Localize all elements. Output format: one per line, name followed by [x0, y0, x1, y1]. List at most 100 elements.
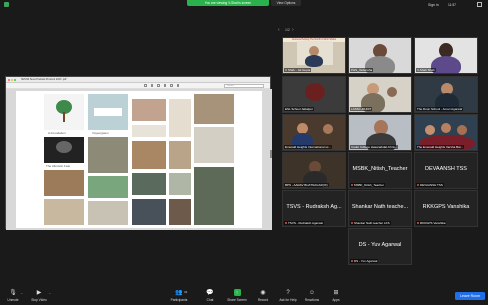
participant-display-name: RKKGPS Vanshika	[422, 204, 470, 210]
participant-tile[interactable]: PHS_Vedansha	[348, 37, 412, 74]
participant-name: Cadet College Hasanabdal-Chris...	[350, 145, 399, 149]
rotate-icon[interactable]	[176, 84, 179, 87]
participant-display-name: Shankar Nath teache...	[351, 204, 409, 210]
outdoor-photo	[132, 173, 166, 195]
participant-tile[interactable]: Cadet College Hasanabdal-Chris...	[348, 114, 412, 151]
participant-tile[interactable]: Emerald Heights International sc...	[282, 114, 346, 151]
participant-name: V-Shah Shah	[416, 68, 436, 72]
maximize-icon[interactable]	[14, 78, 16, 81]
muted-mic-icon	[285, 221, 287, 224]
stage-photo	[132, 199, 166, 225]
participant-name: DS - Yuv Agarwal	[350, 259, 379, 263]
shared-screen-scrollbar[interactable]	[270, 150, 272, 158]
page-prev-icon[interactable]: ‹	[278, 27, 284, 35]
event-photo-2	[44, 199, 84, 225]
time-display: 11:57	[448, 3, 457, 7]
close-icon[interactable]	[8, 78, 10, 81]
participant-tile[interactable]: DS - Yuv Agarwal DS - Yuv Agarwal	[348, 228, 412, 265]
participant-tile[interactable]: ESL School Jabalpur	[282, 76, 346, 113]
document-area: A Foundation The Altruistic Feat Voyeurg…	[6, 89, 272, 230]
participant-tile[interactable]: Shankar Nath teache... Shankar Nath teac…	[348, 190, 412, 227]
stop-video-label: Stop Video	[31, 298, 47, 302]
chat-button[interactable]: 💬 Chat	[204, 289, 216, 302]
participant-tile[interactable]: LASSC-MUDIT	[348, 76, 412, 113]
participant-name: V Shah - Jai Gupta	[284, 68, 312, 72]
participant-tile[interactable]: MSBK_Nitish_Teacher MSBK_Nitish_Teacher	[348, 152, 412, 189]
participant-tile[interactable]: TSVS - Rudraksh Ag... TSVS - Rudraksh Ag…	[282, 190, 346, 227]
apps-label: Apps	[332, 298, 340, 302]
chat-label: Chat	[206, 298, 214, 302]
view-options-button[interactable]: View Options	[271, 0, 301, 6]
sidebar-icon[interactable]	[144, 84, 147, 87]
ask-for-help-button[interactable]: ? Ask for Help	[277, 289, 299, 303]
page-next-icon[interactable]: ›	[292, 27, 294, 33]
participant-name: DEVAANSH TSS	[416, 183, 444, 187]
unmute-label: Unmute	[7, 298, 19, 302]
participant-name: TSVS - Rudraksh Agarwal	[284, 221, 324, 225]
participant-name: The Doon School - Aman Agarwal	[416, 107, 464, 111]
group-photo-1	[88, 137, 128, 173]
group-photo-3	[88, 201, 128, 225]
record-label: Record	[257, 298, 269, 302]
zoom-in-icon[interactable]	[157, 84, 160, 87]
share-icon[interactable]	[163, 84, 166, 87]
participant-tile[interactable]: DEVAANSH TSS DEVAANSH TSS	[414, 152, 478, 189]
fullscreen-icon[interactable]	[477, 2, 482, 7]
window-title: SMI-Nil Seva Podcast Protocol 2023 .pdf	[21, 78, 67, 81]
sign-in-link[interactable]: Sign in	[428, 3, 439, 7]
apps-button[interactable]: ⊞ Apps	[330, 289, 342, 302]
leave-room-button[interactable]: Leave Room	[455, 292, 485, 300]
participant-tile[interactable]: Ammess Helping The Norrth A Strim Shoire…	[282, 37, 346, 74]
page-number: 1/2	[285, 28, 290, 32]
share-screen-label: Share Screen	[227, 298, 247, 302]
field-photo	[169, 173, 191, 195]
help-icon: ?	[286, 289, 290, 296]
participant-display-name: TSVS - Rudraksh Ag...	[286, 204, 342, 210]
group-photo-5	[194, 127, 234, 163]
document-scan	[132, 125, 166, 137]
team-photo	[169, 199, 191, 225]
participant-name: BPS - AARAV BHATNAGAR(IX)	[284, 183, 329, 187]
participant-name: LASSC-MUDIT	[350, 107, 373, 111]
reactions-label: Reactions	[304, 298, 320, 302]
participant-tile[interactable]: RKKGPS Vanshika RKKGPS Vanshika	[414, 190, 478, 227]
muted-mic-icon	[417, 183, 419, 186]
participant-name: PHS_Vedansha	[350, 68, 374, 72]
voyage-label: Voyeurgasm	[92, 131, 109, 135]
zoom-out-icon[interactable]	[150, 84, 153, 87]
chevron-up-icon[interactable]: ^	[21, 292, 22, 296]
muted-mic-icon	[417, 221, 419, 224]
foundation-label: A Foundation	[48, 131, 66, 135]
share-screen-button[interactable]: ↑ Share Screen	[225, 289, 249, 302]
participant-name: Shankar Nath teacher LKS	[350, 221, 391, 225]
record-button[interactable]: ◉ Record	[256, 289, 270, 302]
shield-icon[interactable]	[4, 2, 9, 7]
stop-video-button[interactable]: ▶ Stop Video	[29, 289, 49, 302]
reactions-button[interactable]: ☺ Reactions	[303, 289, 321, 303]
participant-tile[interactable]: The Emerald Heights Varsha Bal...	[414, 114, 478, 151]
shared-screen: SMI-Nil Seva Podcast Protocol 2023 .pdf …	[5, 76, 272, 230]
participant-name: The Emerald Heights Varsha Bal...	[416, 145, 464, 149]
chevron-up-icon[interactable]: ^	[49, 292, 50, 296]
muted-mic-icon	[351, 183, 353, 186]
unmute-button[interactable]: 🎙 Unmute	[6, 289, 20, 302]
top-bar: You are viewing V-Shah's screen View Opt…	[0, 0, 488, 9]
participant-name: MSBK_Nitish_Teacher	[350, 183, 386, 187]
participant-tile[interactable]: The Doon School - Aman Agarwal	[414, 76, 478, 113]
participant-tile[interactable]: V-Shah Shah	[414, 37, 478, 74]
meeting-toolbar: 🎙 Unmute ^ ▶ Stop Video ^ 👥 Participants…	[0, 288, 488, 305]
share-screen-icon: ↑	[233, 289, 241, 296]
muted-mic-icon	[351, 221, 353, 224]
smiley-icon: ☺	[308, 289, 316, 296]
video-feed	[297, 41, 333, 67]
tree-logo-image	[44, 94, 84, 130]
search-input[interactable]: Search	[224, 84, 264, 88]
chat-icon: 💬	[206, 290, 214, 296]
markup-icon[interactable]	[170, 84, 173, 87]
participant-tile[interactable]: BPS - AARAV BHATNAGAR(IX)	[282, 152, 346, 189]
participants-icon: 👥	[175, 290, 183, 296]
group-photo-2	[88, 176, 128, 198]
minimize-icon[interactable]	[11, 78, 13, 81]
group-photo-4	[194, 94, 234, 124]
participant-name: Emerald Heights International sc...	[284, 145, 332, 149]
